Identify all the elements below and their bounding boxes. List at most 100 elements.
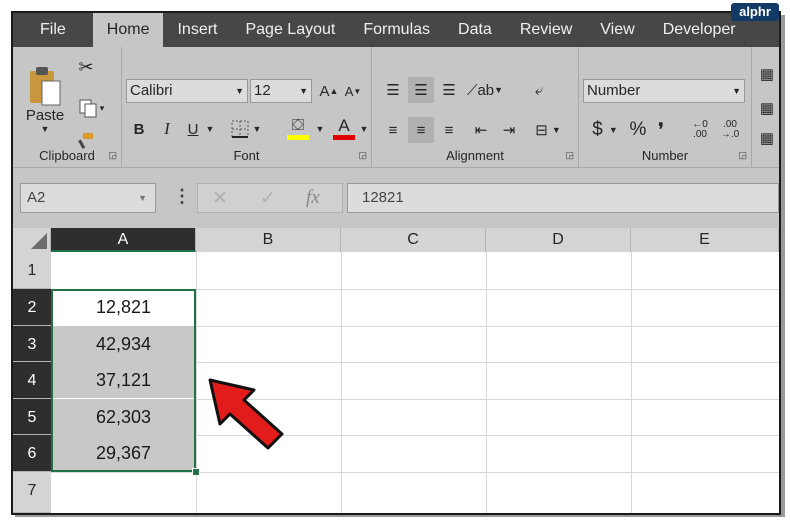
cell-styles-icon[interactable]: ▦	[758, 129, 776, 147]
chevron-down-icon[interactable]: ▼	[204, 117, 216, 141]
column-header-d[interactable]: D	[486, 228, 631, 252]
comma-style-button[interactable]: ❜	[653, 117, 669, 143]
formula-bar: A2 ▼ ⋮ ✕ ✓ fx 12821	[13, 168, 779, 228]
row-header-5[interactable]: 5	[13, 399, 51, 435]
orientation-icon: ⟋ab	[466, 81, 495, 99]
italic-button[interactable]: I	[156, 117, 178, 141]
increase-font-size-button[interactable]: A ▲	[318, 79, 340, 103]
cut-button[interactable]: ✂	[73, 55, 99, 79]
column-header-a[interactable]: A	[51, 228, 196, 252]
tab-review[interactable]: Review	[506, 13, 586, 47]
decrease-decimal-button[interactable]: .00 →.0	[717, 117, 743, 143]
chevron-down-icon: ▼	[299, 86, 308, 96]
fill-color-button[interactable]: ⛋	[278, 113, 318, 143]
font-size-select[interactable]: 12 ▼	[250, 79, 312, 103]
formula-buttons: ✕ ✓ fx	[197, 183, 343, 213]
bottom-align-button[interactable]: ☰	[436, 77, 462, 103]
clipboard-group: Paste ▼ ✂ ▾ Clipboard ◲	[13, 47, 122, 167]
column-header-b[interactable]: B	[196, 228, 341, 252]
fill-handle[interactable]	[192, 468, 200, 476]
align-left-button[interactable]: ≡	[380, 117, 406, 143]
font-name-select[interactable]: Calibri ▼	[126, 79, 248, 103]
tab-view[interactable]: View	[586, 13, 648, 47]
tab-formulas[interactable]: Formulas	[349, 13, 444, 47]
format-table-icon[interactable]: ▦	[758, 99, 776, 117]
align-right-icon: ≡	[444, 121, 454, 139]
select-all-button[interactable]	[13, 228, 51, 252]
align-middle-icon: ☰	[414, 82, 428, 99]
font-color-button[interactable]: A	[330, 113, 358, 143]
copy-button[interactable]: ▾	[73, 95, 109, 121]
formula-input[interactable]: 12821	[347, 183, 779, 213]
selection-border	[51, 289, 196, 472]
conditional-format-icon[interactable]: ▦	[758, 65, 776, 83]
chevron-down-icon: ▼	[732, 86, 741, 96]
red-arrow-icon	[208, 378, 284, 450]
number-group: Number ▼ $ ▼ % ❜ ←0 .00 .00 →.0 Number ◲	[579, 47, 752, 167]
dialog-launcher-icon[interactable]: ◲	[565, 150, 574, 161]
tab-page-layout[interactable]: Page Layout	[231, 13, 349, 47]
underline-button[interactable]: U	[182, 117, 204, 141]
chevron-down-icon: ▾	[99, 102, 105, 113]
number-format-select[interactable]: Number ▼	[583, 79, 745, 103]
row-header-3[interactable]: 3	[13, 326, 51, 362]
tab-insert[interactable]: Insert	[163, 13, 231, 47]
alignment-group: ☰ ☰ ☰ ⟋ab ▼ ⤶ ≡ ≡ ≡ ⇤ ⇥ ⊟ ▼ Alignment ◲	[372, 47, 579, 167]
chevron-down-icon[interactable]: ▼	[314, 117, 326, 141]
increase-indent-icon: ⇥	[502, 122, 516, 139]
row-header-2[interactable]: 2	[13, 289, 51, 326]
chevron-down-icon: ▼	[138, 193, 147, 203]
dialog-launcher-icon[interactable]: ◲	[738, 150, 747, 161]
row-header-4[interactable]: 4	[13, 362, 51, 399]
column-header-c[interactable]: C	[341, 228, 486, 252]
tab-home[interactable]: Home	[92, 13, 164, 47]
middle-align-button[interactable]: ☰	[408, 77, 434, 103]
spreadsheet-grid: A B C D E 1 2 3 4 5 6 7 12,821 42,934 37…	[13, 228, 779, 513]
decrease-font-size-button[interactable]: A ▼	[342, 79, 364, 103]
more-options-icon[interactable]: ⋮	[173, 186, 191, 207]
align-left-icon: ≡	[388, 121, 398, 139]
tab-data[interactable]: Data	[444, 13, 506, 47]
dialog-launcher-icon[interactable]: ◲	[358, 150, 367, 161]
top-align-button[interactable]: ☰	[380, 77, 406, 103]
bold-button[interactable]: B	[128, 117, 150, 141]
insert-function-icon[interactable]: fx	[306, 187, 320, 209]
font-color-icon: A	[338, 115, 350, 135]
align-center-button[interactable]: ≡	[408, 117, 434, 143]
currency-button[interactable]: $ ▼	[587, 117, 623, 143]
clipboard-group-label: Clipboard	[39, 148, 95, 163]
paste-button[interactable]: Paste ▼	[23, 55, 67, 143]
borders-button[interactable]: ▼	[226, 117, 266, 141]
tab-file[interactable]: File	[13, 13, 93, 47]
row-header-6[interactable]: 6	[13, 435, 51, 472]
percent-button[interactable]: %	[627, 117, 649, 143]
decrease-indent-icon: ⇤	[474, 122, 488, 139]
align-right-button[interactable]: ≡	[436, 117, 462, 143]
decrease-indent-button[interactable]: ⇤	[468, 117, 494, 143]
orientation-button[interactable]: ⟋ab ▼	[466, 77, 503, 103]
column-header-e[interactable]: E	[631, 228, 779, 252]
chevron-down-icon[interactable]: ▼	[358, 117, 370, 141]
row-header-7[interactable]: 7	[13, 472, 51, 513]
merge-center-button[interactable]: ⊟ ▼	[526, 117, 570, 143]
alignment-group-label: Alignment	[446, 148, 504, 163]
increase-indent-button[interactable]: ⇥	[496, 117, 522, 143]
enter-icon[interactable]: ✓	[260, 187, 276, 210]
wrap-text-button[interactable]: ⤶	[526, 77, 552, 103]
merge-icon: ⊟	[535, 122, 548, 139]
name-box[interactable]: A2 ▼	[20, 183, 156, 213]
dialog-launcher-icon[interactable]: ◲	[108, 150, 117, 161]
scissors-icon: ✂	[78, 56, 94, 77]
watermark-logo: alphr	[731, 3, 779, 21]
styles-group-partial: ▦ ▦ ▦	[752, 47, 779, 167]
cell-a7[interactable]	[51, 472, 196, 508]
row-header-1[interactable]: 1	[13, 252, 51, 289]
align-bottom-icon: ☰	[442, 82, 456, 99]
chevron-down-icon: ▼	[40, 123, 50, 134]
cell-a1[interactable]	[51, 252, 196, 288]
increase-decimal-button[interactable]: ←0 .00	[687, 117, 713, 143]
ribbon-tabs: File Home Insert Page Layout Formulas Da…	[13, 13, 779, 47]
paste-icon	[30, 66, 61, 105]
cancel-icon[interactable]: ✕	[212, 187, 228, 210]
align-center-icon: ≡	[416, 121, 426, 139]
